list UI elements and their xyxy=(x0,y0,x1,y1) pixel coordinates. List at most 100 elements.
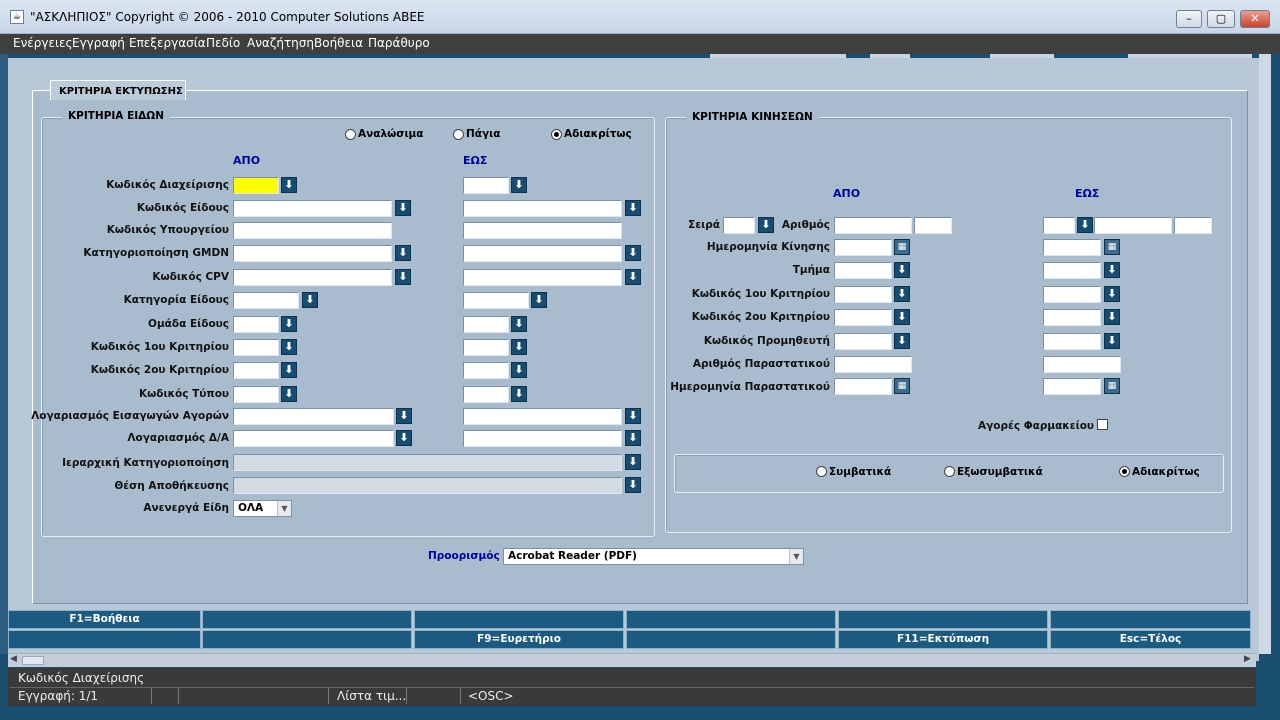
gmdn-from[interactable] xyxy=(233,245,392,262)
mv-criterion-1-from[interactable] xyxy=(834,286,892,303)
arrow-down-icon[interactable]: ⬇ xyxy=(894,286,910,302)
movement-date-from[interactable] xyxy=(834,239,892,256)
fkey-empty[interactable] xyxy=(8,630,201,649)
arrow-down-icon[interactable]: ⬇ xyxy=(894,333,910,349)
arrow-down-icon[interactable]: ⬇ xyxy=(1104,309,1120,325)
arrow-down-icon[interactable]: ⬇ xyxy=(625,477,641,493)
pharmacy-purchases-checkbox[interactable] xyxy=(1097,419,1108,430)
inactive-items-select[interactable]: ΟΛΑ ▼ xyxy=(233,500,292,517)
management-code-from[interactable] xyxy=(233,177,279,194)
arrow-down-icon[interactable]: ⬇ xyxy=(281,339,297,355)
arrow-down-icon[interactable]: ⬇ xyxy=(625,200,641,216)
document-number-to[interactable] xyxy=(1043,356,1121,373)
fkey-empty[interactable] xyxy=(1050,610,1251,629)
arrow-down-icon[interactable]: ⬇ xyxy=(625,269,641,285)
calendar-icon[interactable]: ▦ xyxy=(894,239,910,255)
storage-location-field[interactable] xyxy=(233,477,622,494)
gmdn-to[interactable] xyxy=(463,245,622,262)
close-button[interactable]: ✕ xyxy=(1240,10,1270,28)
ministry-code-from[interactable] xyxy=(233,222,392,239)
mv-criterion-1-to[interactable] xyxy=(1043,286,1101,303)
arrow-down-icon[interactable]: ⬇ xyxy=(281,362,297,378)
ministry-code-to[interactable] xyxy=(463,222,622,239)
criterion-2-from[interactable] xyxy=(233,362,279,379)
number-to[interactable] xyxy=(1094,217,1172,234)
radio-contractual[interactable] xyxy=(816,466,827,477)
scroll-right-icon[interactable]: ▶ xyxy=(1244,654,1251,664)
arrow-down-icon[interactable]: ⬇ xyxy=(1077,217,1093,233)
fkey-empty[interactable] xyxy=(626,630,836,649)
item-code-to[interactable] xyxy=(463,200,622,217)
fkey-empty[interactable] xyxy=(838,610,1048,629)
hierarchical-category-field[interactable] xyxy=(233,454,622,471)
criterion-1-to[interactable] xyxy=(463,339,509,356)
radio-contract-all[interactable] xyxy=(1119,466,1130,477)
menu-record[interactable]: Εγγραφή xyxy=(72,36,125,50)
type-code-from[interactable] xyxy=(233,386,279,403)
radio-consumables[interactable] xyxy=(345,129,356,140)
type-code-to[interactable] xyxy=(463,386,509,403)
vertical-scrollbar[interactable] xyxy=(1259,54,1271,654)
arrow-down-icon[interactable]: ⬇ xyxy=(281,316,297,332)
calendar-icon[interactable]: ▦ xyxy=(1104,239,1120,255)
criterion-1-from[interactable] xyxy=(233,339,279,356)
radio-non-contractual[interactable] xyxy=(944,466,955,477)
cpv-to[interactable] xyxy=(463,269,622,286)
arrow-down-icon[interactable]: ⬇ xyxy=(625,408,641,424)
item-group-to[interactable] xyxy=(463,316,509,333)
scroll-left-icon[interactable]: ◀ xyxy=(10,654,17,664)
item-group-from[interactable] xyxy=(233,316,279,333)
series-from[interactable] xyxy=(723,217,755,234)
radio-fixed-assets[interactable] xyxy=(453,129,464,140)
movement-date-to[interactable] xyxy=(1043,239,1101,256)
calendar-icon[interactable]: ▦ xyxy=(894,378,910,394)
arrow-down-icon[interactable]: ⬇ xyxy=(395,245,411,261)
item-code-from[interactable] xyxy=(233,200,392,217)
arrow-down-icon[interactable]: ⬇ xyxy=(625,454,641,470)
arrow-down-icon[interactable]: ⬇ xyxy=(511,362,527,378)
number-from[interactable] xyxy=(834,217,912,234)
destination-select[interactable]: Acrobat Reader (PDF) ▼ xyxy=(503,548,804,565)
arrow-down-icon[interactable]: ⬇ xyxy=(395,200,411,216)
fkey-empty[interactable] xyxy=(626,610,836,629)
radio-items-all[interactable] xyxy=(551,129,562,140)
arrow-down-icon[interactable]: ⬇ xyxy=(511,316,527,332)
menu-window[interactable]: Παράθυρο xyxy=(368,36,430,50)
tab-print-criteria[interactable]: ΚΡΙΤΗΡΙΑ ΕΚΤΥΠΩΣΗΣ xyxy=(50,80,186,100)
menu-search[interactable]: Αναζήτηση xyxy=(247,36,314,50)
document-date-from[interactable] xyxy=(834,378,892,395)
series-to[interactable] xyxy=(1043,217,1075,234)
document-date-to[interactable] xyxy=(1043,378,1101,395)
arrow-down-icon[interactable]: ⬇ xyxy=(531,292,547,308)
horizontal-scrollbar[interactable]: ◀ ▶ xyxy=(8,653,1256,667)
arrow-down-icon[interactable]: ⬇ xyxy=(625,430,641,446)
menu-actions[interactable]: Ενέργειες xyxy=(13,36,73,50)
chevron-down-icon[interactable]: ▼ xyxy=(789,549,803,564)
minimize-button[interactable]: – xyxy=(1176,10,1202,28)
arrow-down-icon[interactable]: ⬇ xyxy=(302,292,318,308)
arrow-down-icon[interactable]: ⬇ xyxy=(1104,286,1120,302)
criterion-2-to[interactable] xyxy=(463,362,509,379)
department-to[interactable] xyxy=(1043,262,1101,279)
mv-criterion-2-to[interactable] xyxy=(1043,309,1101,326)
f11-print-button[interactable]: F11=Εκτύπωση xyxy=(838,630,1048,649)
fkey-empty[interactable] xyxy=(202,610,412,629)
item-category-from[interactable] xyxy=(233,292,299,309)
scroll-thumb[interactable] xyxy=(22,656,44,665)
fkey-empty[interactable] xyxy=(202,630,412,649)
management-code-to[interactable] xyxy=(463,177,509,194)
arrow-down-icon[interactable]: ⬇ xyxy=(511,386,527,402)
arrow-down-icon[interactable]: ⬇ xyxy=(625,245,641,261)
department-from[interactable] xyxy=(834,262,892,279)
purchase-account-from[interactable] xyxy=(233,408,394,425)
da-account-from[interactable] xyxy=(233,430,394,447)
supplier-code-from[interactable] xyxy=(834,333,892,350)
chevron-down-icon[interactable]: ▼ xyxy=(277,501,291,516)
esc-exit-button[interactable]: Esc=Τέλος xyxy=(1050,630,1251,649)
fkey-empty[interactable] xyxy=(414,610,624,629)
f1-help-button[interactable]: F1=Βοήθεια xyxy=(8,610,201,629)
arrow-down-icon[interactable]: ⬇ xyxy=(511,339,527,355)
arrow-down-icon[interactable]: ⬇ xyxy=(894,309,910,325)
arrow-down-icon[interactable]: ⬇ xyxy=(281,386,297,402)
menu-field[interactable]: Πεδίο xyxy=(206,36,240,50)
